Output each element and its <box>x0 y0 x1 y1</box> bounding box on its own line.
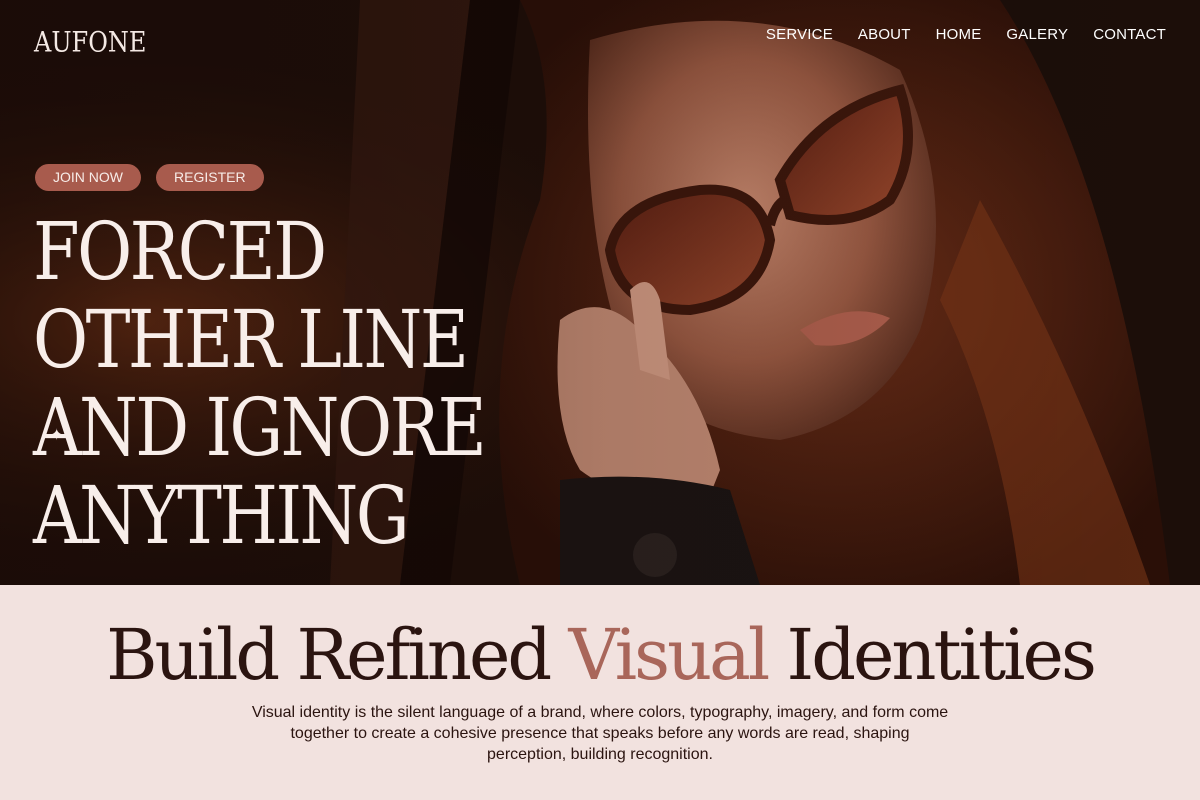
section-title-part2: Identities <box>767 614 1097 696</box>
identity-section: Build Refined Visual Identities Visual i… <box>0 585 1200 800</box>
headline-line-3: AND IGNORE <box>33 381 487 474</box>
headline-line-4: ANYTHING <box>33 469 410 562</box>
hero-headline: FORCED OTHER LINE AND IGNORE ANYTHING <box>33 205 487 562</box>
landing-page: AUFONE SERVICE ABOUT HOME GALERY CONTACT… <box>0 0 1200 800</box>
sparkle-icon: ✦ <box>50 425 64 444</box>
nav-link-home[interactable]: HOME <box>936 26 982 43</box>
section-title-part1: Build Refined <box>106 614 569 696</box>
section-title: Build Refined Visual Identities <box>0 615 1200 695</box>
nav-link-about[interactable]: ABOUT <box>858 26 911 43</box>
headline-line-2: OTHER LINE <box>33 293 469 386</box>
brand-logo[interactable]: AUFONE <box>34 26 146 58</box>
nav-link-contact[interactable]: CONTACT <box>1093 26 1166 43</box>
headline-line-1: FORCED <box>33 205 327 298</box>
join-now-button[interactable]: JOIN NOW <box>35 164 141 191</box>
nav-link-service[interactable]: SERVICE <box>766 26 833 43</box>
main-nav: SERVICE ABOUT HOME GALERY CONTACT <box>766 26 1166 43</box>
cta-buttons: JOIN NOW REGISTER <box>35 164 264 191</box>
hero-section: AUFONE SERVICE ABOUT HOME GALERY CONTACT… <box>0 0 1200 585</box>
section-title-accent: Visual <box>568 614 770 696</box>
nav-link-galery[interactable]: GALERY <box>1006 26 1068 43</box>
section-description: Visual identity is the silent language o… <box>251 704 949 763</box>
register-button[interactable]: REGISTER <box>156 164 264 191</box>
